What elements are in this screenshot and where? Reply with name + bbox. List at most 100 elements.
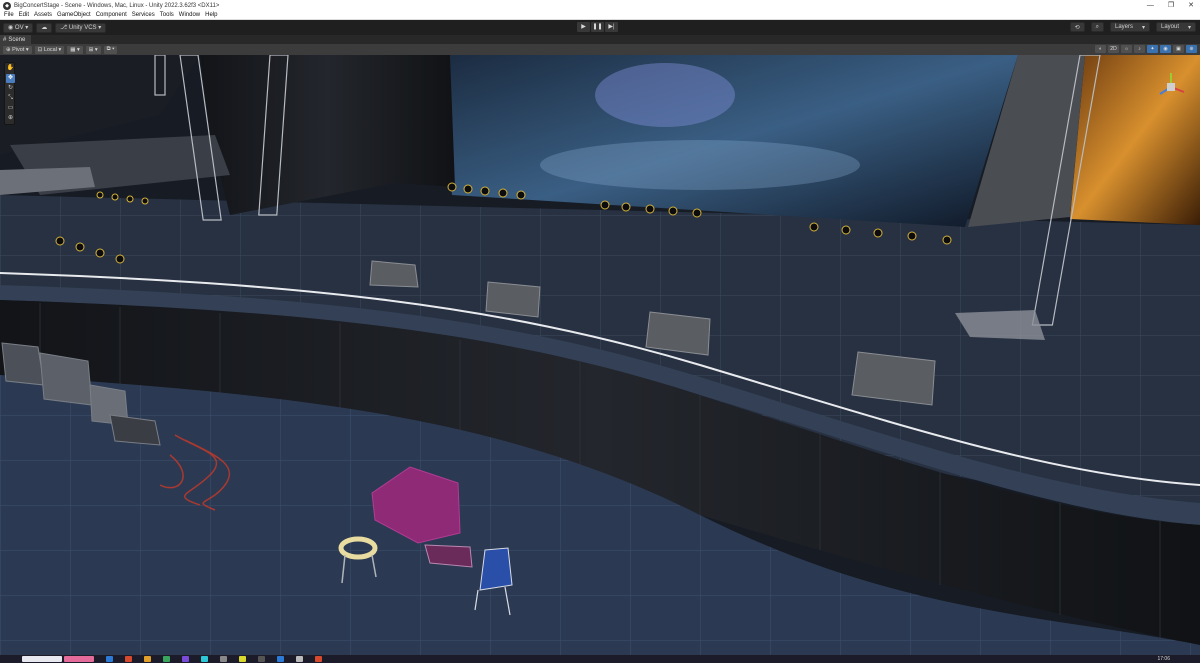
taskbar-app-icon[interactable] (220, 656, 227, 662)
unity-logo-icon: ◆ (3, 1, 11, 10)
chevron-down-icon: ▾ (1141, 24, 1145, 31)
effects-icon: ✦ (1150, 46, 1155, 52)
scene-tab-label: Scene (8, 36, 26, 43)
rotate-tool-button[interactable]: ↻ (6, 84, 15, 93)
step-button[interactable]: ▶| (605, 22, 618, 32)
taskbar-app-icon[interactable] (296, 656, 303, 662)
taskbar-clock: 17:06 (1157, 656, 1170, 662)
hand-icon: ✋ (6, 65, 15, 71)
layers-label: Layers (1115, 24, 1134, 30)
menu-services[interactable]: Services (132, 12, 155, 18)
view-tool-button[interactable]: ✋ (6, 64, 15, 73)
snap-increment-button[interactable]: ⊞ ▾ (85, 45, 101, 54)
pause-button[interactable]: ❚❚ (591, 22, 604, 32)
transform-tool-button[interactable]: ⊕ (6, 114, 15, 123)
audio-icon: ♪ (1138, 46, 1141, 52)
scene-viewport[interactable] (0, 55, 1200, 655)
cloud-button[interactable]: ☁ (36, 22, 53, 33)
menu-window[interactable]: Window (179, 12, 200, 18)
lighting-toggle[interactable]: ☼ (1121, 45, 1132, 53)
chevron-down-icon: ▾ (23, 25, 29, 31)
layout-label: Layout (1161, 24, 1180, 30)
scene-tool-palette: ✋ ✥ ↻ ⤡ ▭ ⊕ (4, 62, 15, 125)
window-controls: — ❐ ✕ (1147, 0, 1194, 11)
chevron-down-icon: ▾ (96, 25, 102, 31)
scene-toolbar-right: ◐ 2D ☼ ♪ ✦ ◉ ▣ ⊕ (1095, 45, 1197, 53)
scene-tab-icon: # (3, 36, 7, 43)
shading-icon: ◐ (1098, 46, 1103, 52)
menu-edit[interactable]: Edit (19, 12, 29, 18)
scene-view-options-button[interactable]: ⧉ ▾ (103, 45, 118, 54)
taskbar-app-icon[interactable] (125, 656, 132, 662)
layers-dropdown[interactable]: Layers ▾ (1110, 22, 1150, 32)
menu-bar: File Edit Assets GameObject Component Se… (0, 11, 1200, 20)
menu-assets[interactable]: Assets (34, 12, 52, 18)
hidden-objects-toggle[interactable]: ◉ (1160, 45, 1171, 53)
snap-icon: ⊞ ▾ (88, 46, 98, 53)
scene-render (0, 55, 1200, 655)
camera-settings-button[interactable]: ▣ (1173, 45, 1184, 53)
local-dropdown[interactable]: ⊡ Local ▾ (34, 45, 65, 54)
maximize-button[interactable]: ❐ (1168, 0, 1174, 11)
tab-scene[interactable]: # Scene (0, 35, 32, 44)
rect-tool-button[interactable]: ▭ (6, 104, 15, 113)
search-button[interactable]: ⌕ (1090, 22, 1104, 32)
orientation-gizmo[interactable] (1154, 70, 1188, 104)
main-toolbar-right: ⟲ ⌕ Layers ▾ Layout ▾ (1067, 22, 1196, 32)
taskbar-search-box[interactable] (22, 656, 62, 662)
chevron-down-icon: ▾ (1187, 24, 1191, 31)
menu-gameobject[interactable]: GameObject (57, 12, 91, 18)
effects-toggle[interactable]: ✦ (1147, 45, 1158, 53)
grid-icon: ▦ ▾ (70, 46, 80, 53)
options-icon: ⧉ ▾ (106, 46, 115, 52)
taskbar-app-icon[interactable] (144, 656, 151, 662)
play-button[interactable]: ▶ (577, 22, 590, 32)
2d-toggle[interactable]: 2D (1108, 45, 1119, 53)
chevron-down-icon: ▾ (24, 46, 29, 53)
taskbar-widget[interactable] (64, 656, 94, 662)
account-label: OV (14, 24, 24, 31)
menu-component[interactable]: Component (96, 12, 127, 18)
pause-icon: ❚❚ (592, 24, 603, 30)
pivot-dropdown[interactable]: ⊕ Pivot ▾ (3, 45, 32, 54)
local-label: Local (43, 46, 57, 53)
camera-icon: ▣ (1176, 46, 1181, 52)
vcs-dropdown[interactable]: ⎇ Unity VCS ▾ (55, 22, 107, 33)
taskbar-app-icon[interactable] (201, 656, 208, 662)
taskbar-app-icon[interactable] (182, 656, 189, 662)
scale-icon: ⤡ (8, 95, 13, 101)
account-dropdown[interactable]: ◉ OV ▾ (3, 22, 34, 33)
menu-tools[interactable]: Tools (160, 12, 174, 18)
vcs-icon: ⎇ (60, 25, 69, 31)
vcs-label: Unity VCS (68, 24, 97, 31)
menu-file[interactable]: File (4, 12, 14, 18)
layout-dropdown[interactable]: Layout ▾ (1156, 22, 1196, 32)
window-titlebar: ◆ BigConcertStage - Scene - Windows, Mac… (0, 0, 1200, 11)
main-toolbar: ◉ OV ▾ ☁ ⎇ Unity VCS ▾ ▶ ❚❚ ▶| ⟲ ⌕ Layer… (0, 20, 1200, 35)
scene-toolbar: ⊕ Pivot ▾ ⊡ Local ▾ ▦ ▾ ⊞ ▾ ⧉ ▾ ◐ 2D ☼ ♪… (0, 44, 1200, 55)
audio-toggle[interactable]: ♪ (1134, 45, 1145, 53)
menu-help[interactable]: Help (205, 12, 217, 18)
scene-tab-bar: # Scene (0, 35, 1200, 44)
taskbar-app-icon[interactable] (106, 656, 113, 662)
gizmos-toggle[interactable]: ⊕ (1186, 45, 1197, 53)
minimize-button[interactable]: — (1147, 0, 1154, 11)
taskbar-app-icon[interactable] (277, 656, 284, 662)
draw-mode-button[interactable]: ◐ (1095, 45, 1106, 53)
grid-snap-button[interactable]: ▦ ▾ (67, 45, 83, 54)
undo-history-button[interactable]: ⟲ (1069, 22, 1085, 32)
window-title: BigConcertStage - Scene - Windows, Mac, … (14, 2, 220, 9)
taskbar-app-icon[interactable] (315, 656, 322, 662)
gizmo-icon: ⊕ (1189, 46, 1194, 52)
move-icon: ✥ (7, 75, 14, 81)
taskbar-app-icon[interactable] (258, 656, 265, 662)
play-controls: ▶ ❚❚ ▶| (577, 22, 618, 32)
gizmo-center[interactable] (1167, 83, 1175, 91)
close-button[interactable]: ✕ (1188, 0, 1194, 11)
step-icon: ▶| (608, 24, 615, 30)
taskbar-app-icon[interactable] (239, 656, 246, 662)
scale-tool-button[interactable]: ⤡ (6, 94, 15, 103)
taskbar-app-icon[interactable] (163, 656, 170, 662)
move-tool-button[interactable]: ✥ (6, 74, 15, 83)
rotate-icon: ↻ (7, 85, 14, 91)
